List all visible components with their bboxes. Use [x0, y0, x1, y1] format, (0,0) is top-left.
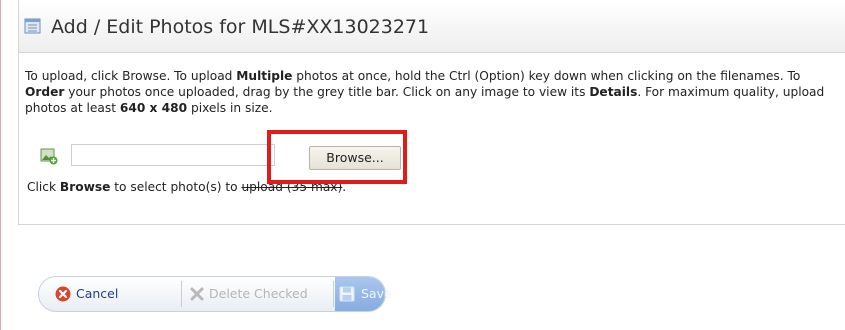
panel-header: Add / Edit Photos for MLS#XX13023271: [19, 0, 845, 53]
cancel-label: Cancel: [76, 286, 119, 301]
photo-list-icon: [24, 18, 41, 34]
delete-icon: [190, 287, 204, 301]
cancel-icon: [55, 286, 71, 302]
toolbar-divider: [333, 281, 334, 307]
action-toolbar: Cancel Delete Checked Save: [38, 276, 392, 312]
save-button[interactable]: Save: [335, 277, 392, 311]
save-label: Save: [361, 286, 392, 301]
add-photo-icon: [40, 148, 58, 165]
save-icon: [339, 286, 355, 302]
page-left-border: [0, 0, 1, 330]
delete-checked-button[interactable]: Delete Checked: [185, 277, 331, 311]
details-emphasis: Details: [589, 85, 638, 99]
toolbar-divider: [181, 281, 182, 307]
upload-instructions: To upload, click Browse. To upload Multi…: [25, 69, 825, 115]
max-photos-note: upload (35 max): [241, 180, 343, 194]
min-size-emphasis: 640 x 480: [119, 101, 188, 115]
order-emphasis: Order: [25, 85, 65, 99]
photos-panel: Add / Edit Photos for MLS#XX13023271 To …: [18, 0, 845, 225]
browse-button[interactable]: Browse...: [309, 146, 401, 170]
page-title: Add / Edit Photos for MLS#XX13023271: [51, 16, 430, 38]
multiple-emphasis: Multiple: [236, 69, 293, 83]
file-path-input[interactable]: [71, 144, 275, 166]
delete-checked-label: Delete Checked: [209, 286, 308, 301]
browse-hint: Click Browse to select photo(s) to uploa…: [27, 180, 347, 194]
